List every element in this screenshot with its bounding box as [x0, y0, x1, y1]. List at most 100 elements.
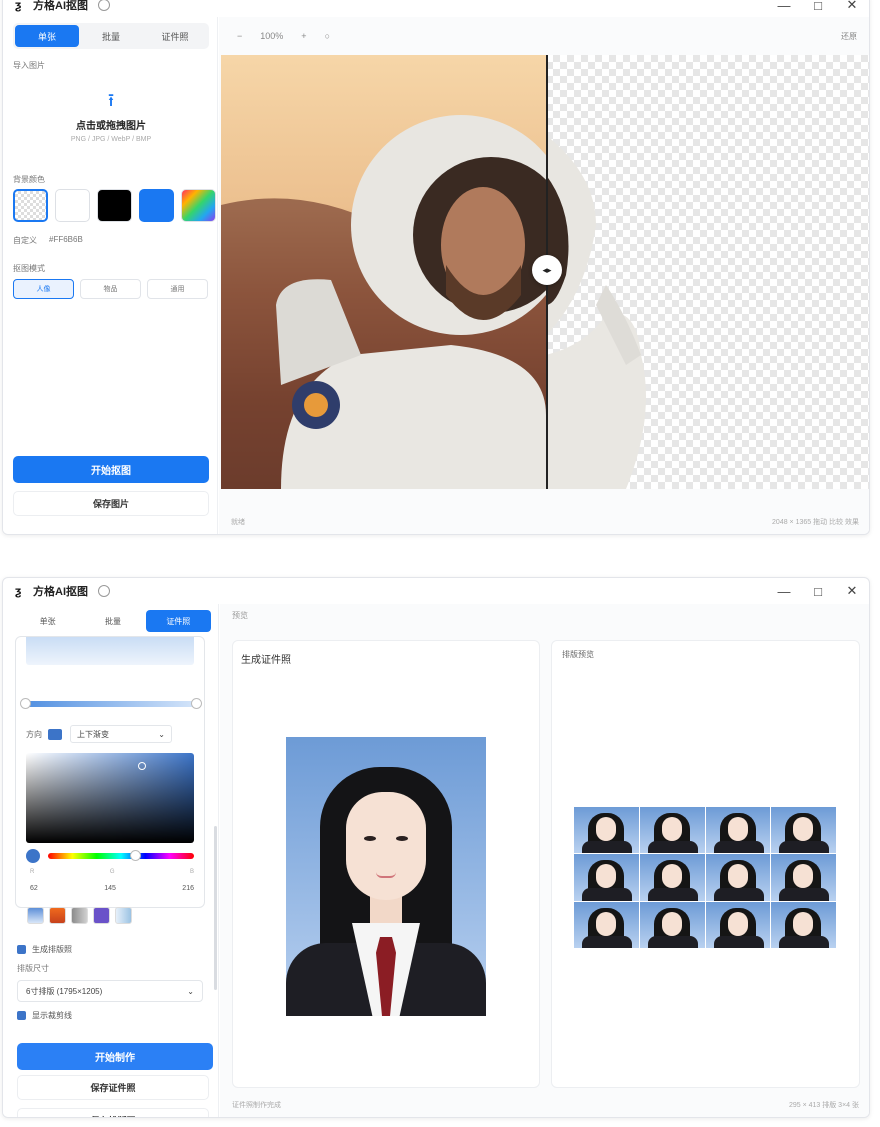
rgb-values: 62 145 216: [30, 885, 194, 892]
close-icon[interactable]: ✕: [835, 583, 869, 599]
r-label: R: [30, 869, 35, 875]
layout-checkbox[interactable]: [17, 945, 26, 954]
mode-segmented: 人像 物品 通用: [13, 279, 208, 299]
start-cutout-button[interactable]: 开始抠图: [13, 456, 209, 483]
layout-preview-panel: 排版预览: [551, 640, 860, 1088]
sidebar-scrollbar[interactable]: [214, 826, 217, 990]
sidebar: 单张 批量 证件照 导入图片 ⭱ 点击或拖拽图片 PNG / JPG / Web…: [3, 17, 218, 534]
layout-size-value: 6寸排版 (1795×1205): [26, 986, 103, 996]
preset-color-2[interactable]: [49, 907, 66, 924]
preview-area: 预览 生成证件照 排版预览 证件照制作完成 295 × 413 排版 3×4 张: [220, 604, 869, 1117]
fit-icon[interactable]: ○: [325, 31, 330, 41]
layout-checkbox-row[interactable]: 生成排版照: [17, 944, 72, 955]
mini-photo: [771, 901, 836, 948]
color-picker-area[interactable]: [26, 753, 194, 843]
zoom-in-button[interactable]: +: [301, 31, 306, 41]
compare-preview[interactable]: ◂▸: [221, 55, 869, 489]
mini-photo: [705, 901, 771, 948]
gradient-color-panel: 方向 上下渐变 ⌄ R G B 62 145 216: [15, 636, 205, 908]
title-bar: ƺ 方格AI抠图 — □ ✕: [3, 578, 869, 604]
reset-button[interactable]: 还原: [841, 31, 857, 42]
mini-photo: [574, 901, 639, 948]
swatch-gradient[interactable]: [181, 189, 216, 222]
import-label: 导入图片: [13, 61, 45, 70]
preset-colors: [27, 907, 132, 924]
preset-color-3[interactable]: [71, 907, 88, 924]
upload-hint: PNG / JPG / WebP / BMP: [70, 136, 152, 143]
app-title: 方格AI抠图: [33, 0, 88, 12]
title-bar: ƺ 方格AI抠图 — □ ✕: [3, 0, 869, 17]
direction-value: 上下渐变: [77, 729, 109, 739]
window-id-photo: ƺ 方格AI抠图 — □ ✕ 单张 批量 证件照 方向 上下渐变 ⌄ R G B…: [2, 577, 870, 1118]
layout-size-label: 排版尺寸: [17, 964, 49, 973]
g-input[interactable]: 145: [104, 885, 116, 892]
gradient-end-handle[interactable]: [191, 698, 202, 709]
save-image-button[interactable]: 保存图片: [13, 491, 209, 516]
swatch-blue[interactable]: [139, 189, 174, 222]
direction-color-swatch[interactable]: [48, 728, 62, 740]
status-text: 证件照制作完成: [232, 1102, 281, 1109]
r-input[interactable]: 62: [30, 885, 38, 892]
direction-label: 方向: [26, 729, 42, 739]
direction-select[interactable]: 上下渐变 ⌄: [70, 725, 172, 743]
tab-id-photo[interactable]: 证件照: [145, 610, 211, 632]
mode-object[interactable]: 物品: [80, 279, 141, 299]
preset-color-4[interactable]: [93, 907, 110, 924]
gradient-preview: [26, 637, 194, 665]
status-bar: 证件照制作完成 295 × 413 排版 3×4 张: [232, 1097, 859, 1113]
picker-cursor[interactable]: [138, 762, 146, 770]
b-input[interactable]: 216: [182, 885, 194, 892]
hue-slider[interactable]: [48, 850, 194, 861]
gradient-start-handle[interactable]: [20, 698, 31, 709]
status-text: 就绪: [231, 519, 245, 526]
close-icon[interactable]: ✕: [835, 0, 869, 13]
tab-single[interactable]: 单张: [15, 25, 79, 47]
b-label: B: [189, 869, 194, 875]
zoom-out-button[interactable]: −: [237, 31, 242, 41]
mini-photo: [574, 854, 639, 901]
status-info: 2048 × 1365 拖动 比较 效果: [772, 519, 859, 526]
tab-batch[interactable]: 批量: [79, 25, 143, 47]
swatch-transparent[interactable]: [13, 189, 48, 222]
app-title: 方格AI抠图: [33, 586, 88, 598]
tab-id-photo[interactable]: 证件照: [143, 25, 207, 47]
settings-icon[interactable]: [98, 585, 110, 597]
mode-general[interactable]: 通用: [147, 279, 208, 299]
preset-color-1[interactable]: [27, 907, 44, 924]
settings-icon[interactable]: [98, 0, 110, 11]
border-checkbox[interactable]: [17, 1011, 26, 1020]
save-id-photo-button[interactable]: 保存证件照: [17, 1075, 209, 1100]
mini-photo: [771, 854, 836, 901]
upload-dropzone[interactable]: ⭱ 点击或拖拽图片 PNG / JPG / WebP / BMP: [13, 81, 209, 161]
hue-handle[interactable]: [130, 850, 141, 861]
minimize-icon[interactable]: —: [767, 0, 801, 13]
swatch-black[interactable]: [97, 189, 132, 222]
panel-left-title: 生成证件照: [241, 655, 291, 666]
portrait-face: [346, 792, 426, 900]
preview-area: − 100% + ○ 还原 ◂▸ 就绪 2048 × 1365 拖动 比较 效果: [219, 17, 869, 534]
direction-row: 方向 上下渐变 ⌄: [26, 725, 172, 743]
maximize-icon[interactable]: □: [801, 0, 835, 13]
swatch-white[interactable]: [55, 189, 90, 222]
save-layout-button[interactable]: 保存排版照: [17, 1108, 209, 1117]
preset-color-5[interactable]: [115, 907, 132, 924]
mini-photo: [639, 807, 705, 854]
status-bar: 就绪 2048 × 1365 拖动 比较 效果: [219, 510, 869, 534]
mode-portrait[interactable]: 人像: [13, 279, 74, 299]
compare-handle-icon[interactable]: ◂▸: [532, 255, 562, 285]
tab-single[interactable]: 单张: [15, 610, 80, 632]
id-photo-image: [286, 737, 486, 1016]
gradient-slider[interactable]: [20, 698, 202, 709]
window-controls: — □ ✕: [767, 0, 869, 17]
maximize-icon[interactable]: □: [801, 584, 835, 599]
status-info: 295 × 413 排版 3×4 张: [788, 1102, 859, 1109]
make-button[interactable]: 开始制作: [17, 1043, 213, 1070]
minimize-icon[interactable]: —: [767, 584, 801, 599]
tab-batch[interactable]: 批量: [80, 610, 145, 632]
border-checkbox-row[interactable]: 显示裁剪线: [17, 1010, 72, 1021]
app-logo-icon: ƺ: [15, 0, 22, 12]
custom-color-value[interactable]: #FF6B6B: [49, 235, 83, 244]
mini-photo: [771, 807, 836, 854]
layout-size-select[interactable]: 6寸排版 (1795×1205) ⌄: [17, 980, 203, 1002]
mode-tabs: 单张 批量 证件照: [15, 610, 211, 632]
